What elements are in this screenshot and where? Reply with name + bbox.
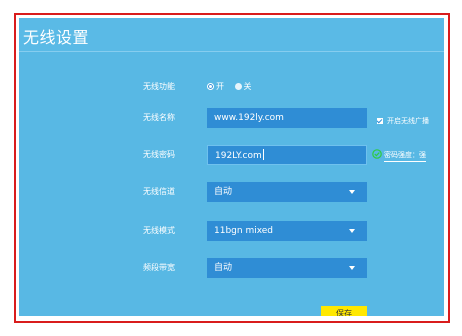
outer-frame: 无线设置 无线功能 开 关 无线名称 www.192ly.com 开启无线广播 …: [14, 13, 450, 323]
channel-select[interactable]: 自动: [207, 182, 367, 202]
broadcast-checkbox[interactable]: [377, 118, 383, 124]
ssid-label: 无线名称: [143, 113, 175, 122]
bandwidth-label: 频段带宽: [143, 263, 175, 272]
chevron-down-icon: [349, 229, 355, 233]
chevron-down-icon: [349, 266, 355, 270]
check-circle-icon: [372, 149, 382, 159]
password-strength: 密码强度：强: [372, 149, 426, 162]
ssid-value: www.192ly.com: [214, 113, 284, 123]
radio-off-label: 关: [243, 82, 252, 91]
broadcast-label: 开启无线广播: [387, 117, 429, 125]
mode-label: 无线模式: [143, 226, 175, 235]
chevron-down-icon: [349, 190, 355, 194]
password-input[interactable]: 192LY.com: [207, 145, 367, 165]
radio-on-label: 开: [216, 82, 224, 91]
text-caret: [262, 149, 264, 160]
bandwidth-select[interactable]: 自动: [207, 258, 367, 278]
radio-on[interactable]: 开: [207, 80, 224, 94]
mode-select[interactable]: 11bgn mixed: [207, 221, 367, 241]
page-title: 无线设置: [23, 28, 90, 47]
channel-value: 自动: [214, 187, 233, 197]
panel-header: 无线设置: [19, 18, 444, 52]
ssid-input[interactable]: www.192ly.com: [207, 108, 367, 128]
password-value: 192LY.com: [215, 151, 262, 161]
mode-value: 11bgn mixed: [214, 226, 274, 236]
settings-panel: 无线设置 无线功能 开 关 无线名称 www.192ly.com 开启无线广播 …: [19, 18, 444, 316]
save-button[interactable]: 保存: [321, 306, 367, 316]
wireless-function-radio-group: 开 关: [207, 80, 260, 94]
password-label: 无线密码: [143, 150, 175, 159]
wireless-function-label: 无线功能: [143, 82, 175, 91]
radio-dot-icon: [207, 83, 214, 90]
radio-off[interactable]: 关: [234, 80, 252, 94]
channel-label: 无线信道: [143, 187, 175, 196]
bandwidth-value: 自动: [214, 263, 233, 273]
radio-dot-icon: [234, 83, 242, 90]
broadcast-checkbox-group[interactable]: 开启无线广播: [377, 115, 429, 127]
password-strength-text: 密码强度：强: [384, 150, 426, 162]
